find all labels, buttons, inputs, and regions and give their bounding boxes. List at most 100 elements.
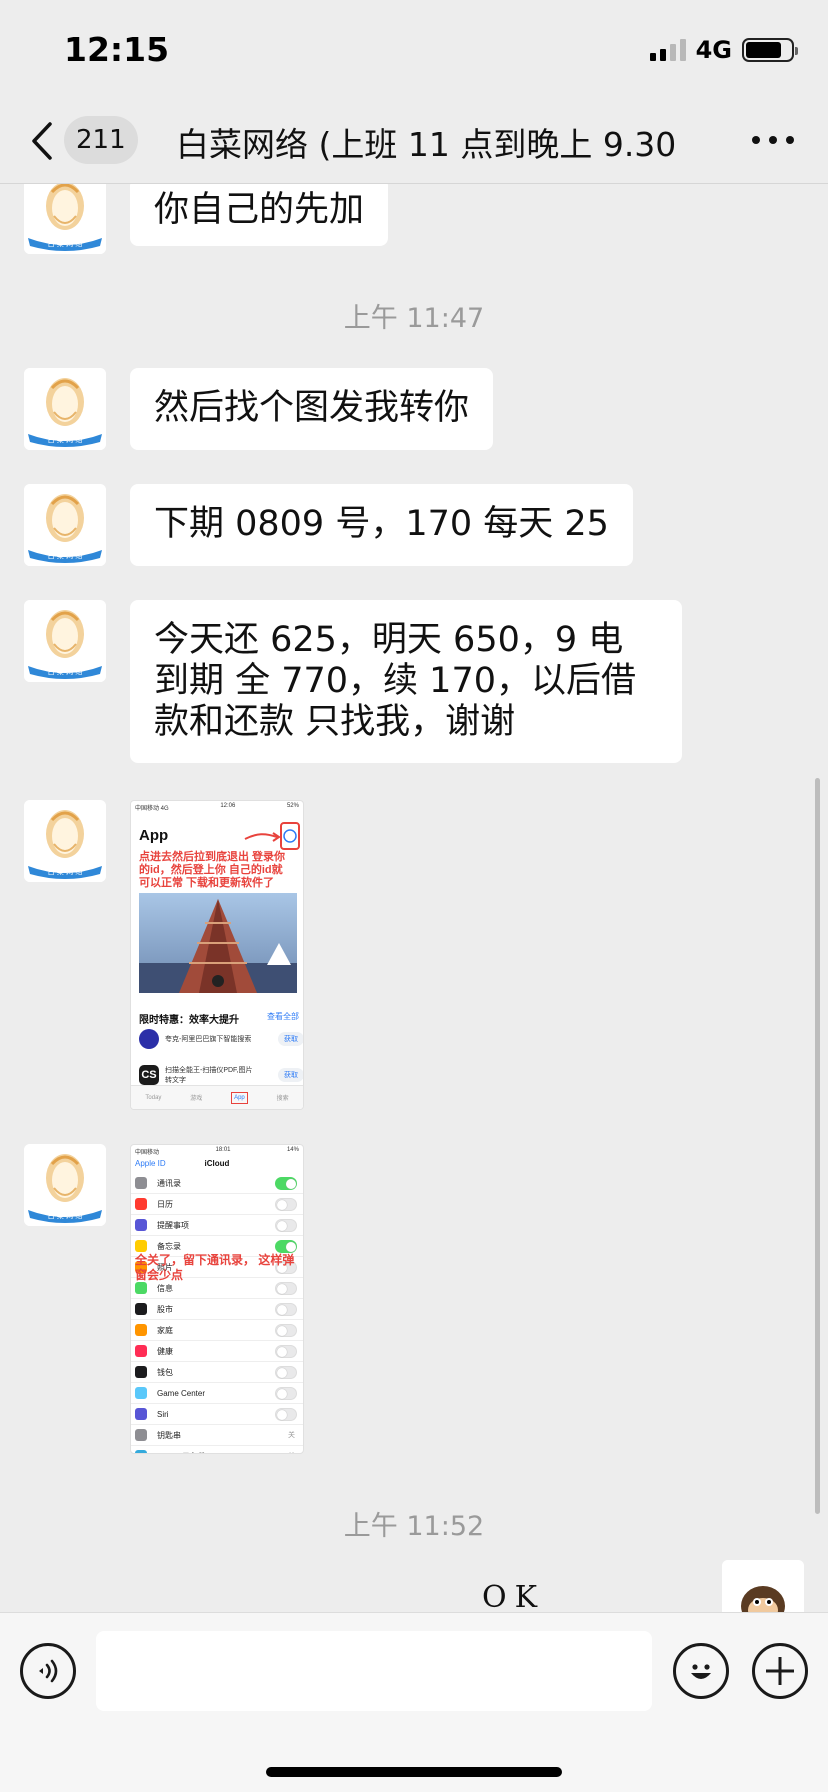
unread-count-badge[interactable]: 211 <box>64 116 138 164</box>
setting-icon <box>135 1450 147 1453</box>
plus-icon <box>766 1657 794 1685</box>
setting-toggle <box>275 1303 297 1316</box>
thumb-settings-row: 钱包 <box>131 1362 303 1383</box>
contact-avatar[interactable]: 白 菜 网 络 <box>24 800 106 882</box>
setting-icon <box>135 1408 147 1420</box>
chat-header: 211 白菜网络 (上班 11 点到晚上 9.30 <box>0 100 828 184</box>
more-button[interactable] <box>752 130 794 150</box>
home-indicator[interactable] <box>266 1767 562 1777</box>
thumb-annotation: 全关了，留下通讯录， 这样弹窗会少点 <box>135 1253 295 1282</box>
cabbage-logo-icon: 白 菜 网 络 <box>24 368 106 450</box>
thumb-app-row: CS 扫描全能王-扫描仪PDF,图片转文字 获取 <box>139 1065 303 1085</box>
signal-icon <box>649 39 686 61</box>
thumb-settings-row: 家庭 <box>131 1320 303 1341</box>
message-bubble[interactable]: 你自己的先加 <box>130 184 389 246</box>
avatar-text: 白 菜 网 络 <box>48 435 83 444</box>
thumb-settings-row: Game Center <box>131 1383 303 1404</box>
thumb-app-row: 夸克-阿里巴巴旗下智能搜索 获取 <box>139 1029 303 1049</box>
avatar-text: 白 菜 网 络 <box>48 867 83 876</box>
setting-toggle <box>275 1324 297 1337</box>
contact-avatar[interactable]: 白 菜 网 络 <box>24 484 106 566</box>
battery-icon <box>742 38 798 62</box>
voice-button[interactable] <box>20 1643 76 1699</box>
thumb-settings-list: 通讯录 日历 提醒事项 备忘录 照片 信息 股市 家庭 健康 钱包 Game Center Siri 钥… <box>131 1173 303 1454</box>
setting-label: 健康 <box>157 1346 173 1356</box>
thumb-tab-bar: Today 游戏 App 搜索 <box>131 1085 303 1109</box>
image-message-appstore[interactable]: 中国移动 4G 12:06 52% App 点进去然后拉到底退出 登录你的id，… <box>130 800 304 1110</box>
setting-icon <box>135 1282 147 1294</box>
setting-value: 关 <box>288 1451 295 1453</box>
thumb-settings-row: 股市 <box>131 1299 303 1320</box>
app-icon: CS <box>139 1065 159 1085</box>
thumb-artwork <box>139 893 297 993</box>
outgoing-message[interactable]: OK <box>482 1580 545 1612</box>
back-icon <box>32 122 52 160</box>
more-icon <box>752 136 760 144</box>
setting-label: 通讯录 <box>157 1178 181 1188</box>
setting-toggle <box>275 1366 297 1379</box>
thumb-settings-row: 日历 <box>131 1194 303 1215</box>
contact-avatar[interactable]: 白 菜 网 络 <box>24 1144 106 1226</box>
thumb-status-bar: 中国移动 18:01 14% <box>135 1147 299 1156</box>
avatar-text: 白 菜 网 络 <box>48 551 83 560</box>
setting-icon <box>135 1198 147 1210</box>
back-button[interactable] <box>28 118 64 164</box>
avatar-text: 白 菜 网 络 <box>48 239 83 248</box>
setting-toggle <box>275 1240 297 1253</box>
setting-toggle <box>275 1387 297 1400</box>
contact-avatar[interactable]: 白 菜 网 络 <box>24 184 106 254</box>
plus-button[interactable] <box>752 1643 808 1699</box>
setting-icon <box>135 1345 147 1357</box>
contact-avatar[interactable]: 白 菜 网 络 <box>24 600 106 682</box>
emoji-icon <box>691 1664 711 1679</box>
scrollbar[interactable] <box>815 778 820 1514</box>
voice-icon <box>39 1659 58 1683</box>
emoji-button[interactable] <box>673 1643 729 1699</box>
setting-toggle <box>275 1219 297 1232</box>
thumb-settings-row: iCloud 云备份 关 <box>131 1446 303 1454</box>
status-bar: 12:15 4G <box>0 0 828 100</box>
setting-toggle <box>275 1198 297 1211</box>
thumb-settings-row: 健康 <box>131 1341 303 1362</box>
avatar-text: 白 菜 网 络 <box>48 667 83 676</box>
monkey-avatar-icon <box>722 1560 804 1612</box>
message-bubble[interactable]: 然后找个图发我转你 <box>130 368 494 450</box>
thumb-nav: Apple ID iCloud <box>135 1159 230 1168</box>
setting-label: 日历 <box>157 1199 173 1209</box>
setting-label: 信息 <box>157 1283 173 1293</box>
message-timestamp: 上午 11:47 <box>343 303 485 334</box>
setting-icon <box>135 1429 147 1441</box>
avatar-text: 白 菜 网 络 <box>48 1211 83 1220</box>
setting-label: 备忘录 <box>157 1241 181 1251</box>
setting-icon <box>135 1366 147 1378</box>
message-bubble[interactable]: 今天还 625，明天 650，9 电到期 全 770，续 170，以后借款和还款… <box>130 600 682 763</box>
status-time: 12:15 <box>64 30 170 69</box>
setting-toggle <box>275 1282 297 1295</box>
message-input[interactable] <box>96 1631 652 1711</box>
setting-label: 家庭 <box>157 1325 173 1335</box>
my-avatar[interactable] <box>722 1560 804 1612</box>
setting-icon <box>135 1177 147 1189</box>
app-icon <box>139 1029 159 1049</box>
cabbage-logo-icon: 白 菜 网 络 <box>24 1144 106 1226</box>
setting-label: 提醒事项 <box>157 1220 189 1230</box>
image-message-icloud[interactable]: 中国移动 18:01 14% Apple ID iCloud 通讯录日历提醒事项… <box>130 1144 304 1454</box>
contact-avatar[interactable]: 白 菜 网 络 <box>24 368 106 450</box>
setting-label: 钱包 <box>157 1367 173 1377</box>
thumb-annotation: 点进去然后拉到底退出 登录你的id，然后登上你 自己的id就可以正常 下载和更新… <box>139 851 286 889</box>
setting-icon <box>135 1219 147 1231</box>
thumb-settings-row: 钥匙串 关 <box>131 1425 303 1446</box>
thumb-settings-row: 通讯录 <box>131 1173 303 1194</box>
setting-icon <box>135 1303 147 1315</box>
setting-icon <box>135 1324 147 1336</box>
thumb-section-title: 限时特惠：效率大提升 查看全部 <box>139 1012 299 1026</box>
setting-label: 股市 <box>157 1304 173 1314</box>
chat-title: 白菜网络 (上班 11 点到晚上 9.30 <box>176 125 677 164</box>
message-bubble[interactable]: 下期 0809 号，170 每天 25 <box>130 484 633 566</box>
setting-label: iCloud 云备份 <box>157 1451 206 1454</box>
message-list[interactable]: 白 菜 网 络 你自己的先加 上午 11:47 白 菜 网 络 然后找个图发我转… <box>0 184 828 1612</box>
message-timestamp: 上午 11:52 <box>343 1511 485 1542</box>
setting-label: Siri <box>157 1409 169 1419</box>
thumb-status-bar: 中国移动 4G 12:06 52% <box>135 803 299 812</box>
thumb-settings-row: Siri <box>131 1404 303 1425</box>
